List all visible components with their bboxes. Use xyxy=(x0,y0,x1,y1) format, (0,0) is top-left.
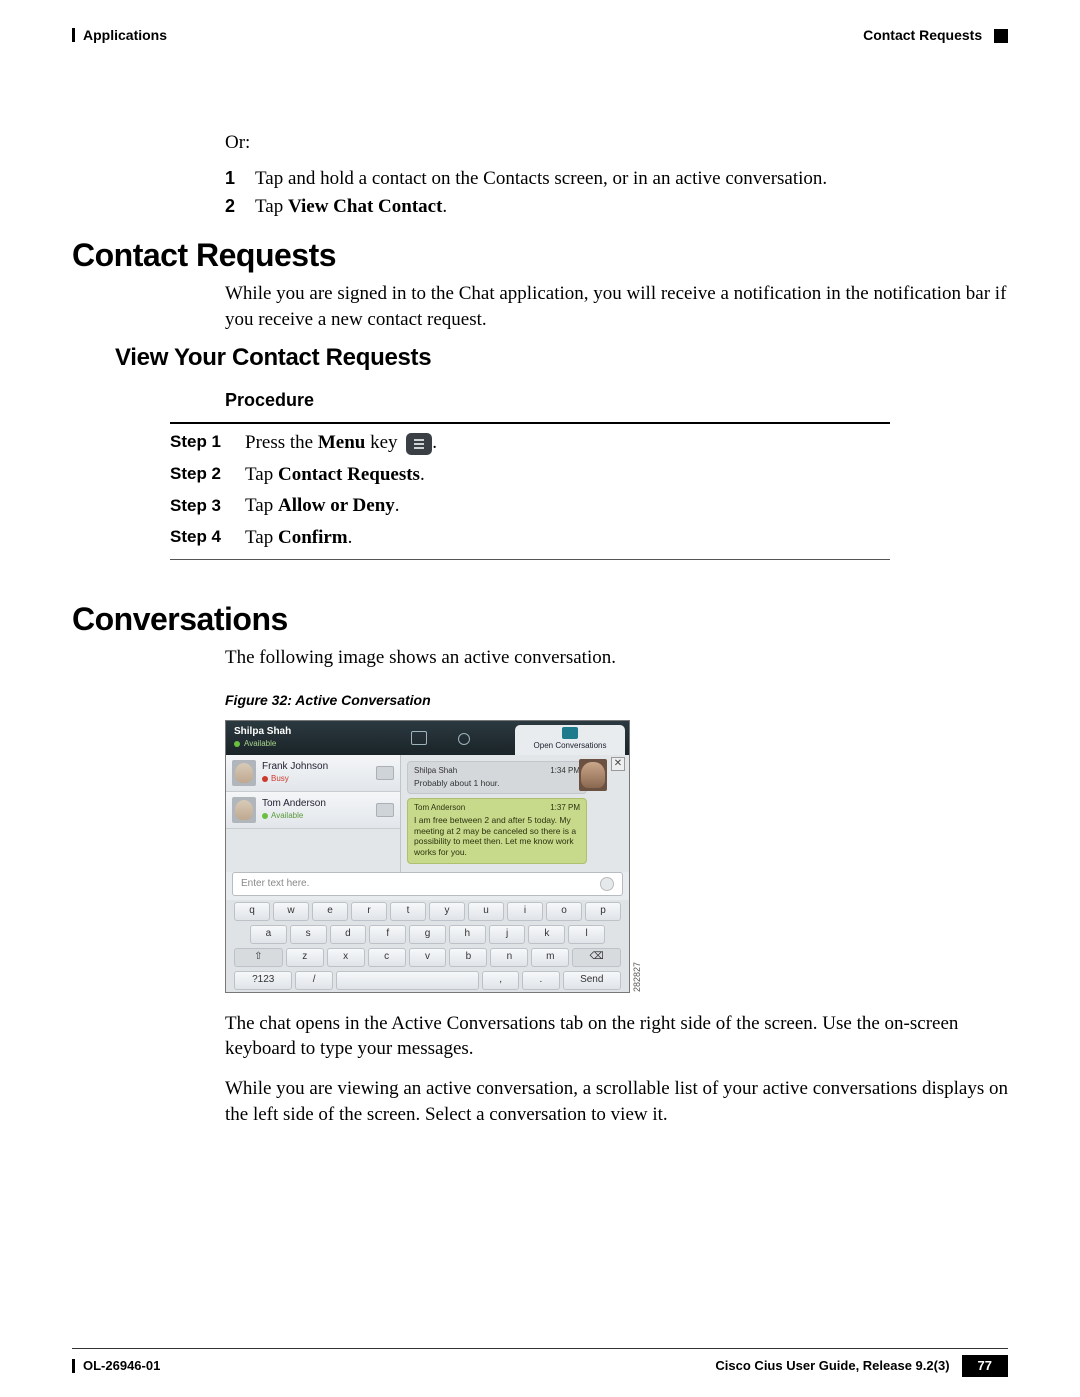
keyboard-key[interactable]: c xyxy=(368,948,406,967)
keyboard-key[interactable]: i xyxy=(507,902,543,921)
step-label: Step 2 xyxy=(170,463,225,486)
fig-contact-item[interactable]: Frank Johnson Busy xyxy=(226,755,400,792)
fig-contact-item[interactable]: Tom Anderson Available xyxy=(226,792,400,829)
contacts-icon[interactable] xyxy=(411,731,427,745)
divider-top xyxy=(170,422,890,424)
keyboard-key[interactable]: ⇧ xyxy=(234,948,283,967)
figure-active-conversation: Shilpa Shah Available Open Conversations… xyxy=(225,720,630,993)
page-footer: OL-26946-01 Cisco Cius User Guide, Relea… xyxy=(72,1348,1008,1377)
keyboard-key[interactable]: g xyxy=(409,925,446,944)
procedure-label: Procedure xyxy=(225,388,1008,412)
contact-requests-para: While you are signed in to the Chat appl… xyxy=(225,281,1008,332)
keyboard-key[interactable]: a xyxy=(250,925,287,944)
keyboard-key[interactable]: v xyxy=(409,948,447,967)
keyboard-key[interactable]: t xyxy=(390,902,426,921)
keyboard-key[interactable]: w xyxy=(273,902,309,921)
emoji-icon[interactable] xyxy=(600,877,614,891)
keyboard-key[interactable]: r xyxy=(351,902,387,921)
keyboard-key[interactable]: j xyxy=(489,925,526,944)
open-conversations-tab[interactable]: Open Conversations xyxy=(515,725,625,755)
header-section: Contact Requests xyxy=(863,27,982,43)
procedure-step: Step 1Press the Menu key . xyxy=(170,430,890,456)
chat-message: Tom Anderson1:37 PMI am free between 2 a… xyxy=(407,798,587,864)
keyboard-key[interactable]: h xyxy=(449,925,486,944)
fig-contact-list: Frank Johnson Busy Tom Anderson Availabl… xyxy=(226,755,401,872)
avatar xyxy=(232,797,256,823)
conversations-intro: The following image shows an active conv… xyxy=(225,645,1008,671)
recent-icon[interactable] xyxy=(455,731,471,745)
figure-caption: Figure 32: Active Conversation xyxy=(225,691,1008,710)
fig-chat-area: ✕ Shilpa Shah1:34 PMProbably about 1 hou… xyxy=(401,755,629,872)
keyboard-key[interactable]: o xyxy=(546,902,582,921)
close-icon[interactable]: ✕ xyxy=(611,757,625,771)
conversations-p3: While you are viewing an active conversa… xyxy=(225,1076,1008,1127)
menu-key-icon xyxy=(406,433,432,455)
step-label: Step 1 xyxy=(170,431,225,454)
or-label: Or: xyxy=(225,130,1008,156)
keyboard-key[interactable]: y xyxy=(429,902,465,921)
footer-doc-title: Cisco Cius User Guide, Release 9.2(3) xyxy=(715,1357,949,1375)
step-label: Step 4 xyxy=(170,526,225,549)
keyboard-key[interactable]: ?123 xyxy=(234,971,292,990)
procedure-step: Step 3Tap Allow or Deny. xyxy=(170,493,890,519)
keyboard-key[interactable]: q xyxy=(234,902,270,921)
keyboard-key[interactable]: , xyxy=(482,971,519,990)
keyboard-key[interactable]: ⌫ xyxy=(572,948,621,967)
keyboard-key[interactable]: e xyxy=(312,902,348,921)
header-chapter: Applications xyxy=(83,26,167,45)
avatar-recipient xyxy=(579,759,607,791)
step-label: Step 3 xyxy=(170,495,225,518)
divider-bottom xyxy=(170,559,890,560)
keyboard-key[interactable]: u xyxy=(468,902,504,921)
keyboard-key[interactable]: / xyxy=(295,971,332,990)
keyboard-key[interactable]: z xyxy=(286,948,324,967)
intro-step-2: 2 Tap View Chat Contact. xyxy=(225,194,1008,220)
heading-conversations: Conversations xyxy=(72,598,288,641)
keyboard-key[interactable]: s xyxy=(290,925,327,944)
fig-current-user: Shilpa Shah Available xyxy=(226,721,366,755)
keyboard-key[interactable]: . xyxy=(522,971,559,990)
conversations-icon xyxy=(562,727,578,739)
keyboard-key[interactable]: p xyxy=(585,902,621,921)
keyboard-key[interactable]: b xyxy=(449,948,487,967)
avatar xyxy=(232,760,256,786)
on-screen-keyboard: qwertyuiop asdfghjkl ⇧zxcvbnm⌫ ?123/,.Se… xyxy=(226,900,629,992)
presence-icon xyxy=(376,803,394,817)
heading-view-contact-requests: View Your Contact Requests xyxy=(115,342,1008,374)
keyboard-key[interactable]: Send xyxy=(563,971,621,990)
procedure-step: Step 4Tap Confirm. xyxy=(170,525,890,551)
page-number: 77 xyxy=(962,1355,1008,1377)
keyboard-key[interactable]: l xyxy=(568,925,605,944)
presence-icon xyxy=(376,766,394,780)
intro-step-1: 1 Tap and hold a contact on the Contacts… xyxy=(225,166,1008,192)
heading-contact-requests: Contact Requests xyxy=(72,234,336,277)
keyboard-key[interactable]: d xyxy=(330,925,367,944)
chat-message: Shilpa Shah1:34 PMProbably about 1 hour. xyxy=(407,761,587,795)
footer-doc-id: OL-26946-01 xyxy=(83,1357,160,1375)
keyboard-key[interactable]: x xyxy=(327,948,365,967)
keyboard-key[interactable]: m xyxy=(531,948,569,967)
keyboard-key[interactable] xyxy=(336,971,479,990)
procedure-step: Step 2Tap Contact Requests. xyxy=(170,462,890,488)
chat-text-input[interactable]: Enter text here. xyxy=(232,872,623,896)
figure-image-id: 282827 xyxy=(631,962,643,992)
keyboard-key[interactable]: f xyxy=(369,925,406,944)
keyboard-key[interactable]: n xyxy=(490,948,528,967)
conversations-p2: The chat opens in the Active Conversatio… xyxy=(225,1011,1008,1062)
keyboard-key[interactable]: k xyxy=(528,925,565,944)
page-header: Applications Contact Requests xyxy=(72,26,1008,45)
